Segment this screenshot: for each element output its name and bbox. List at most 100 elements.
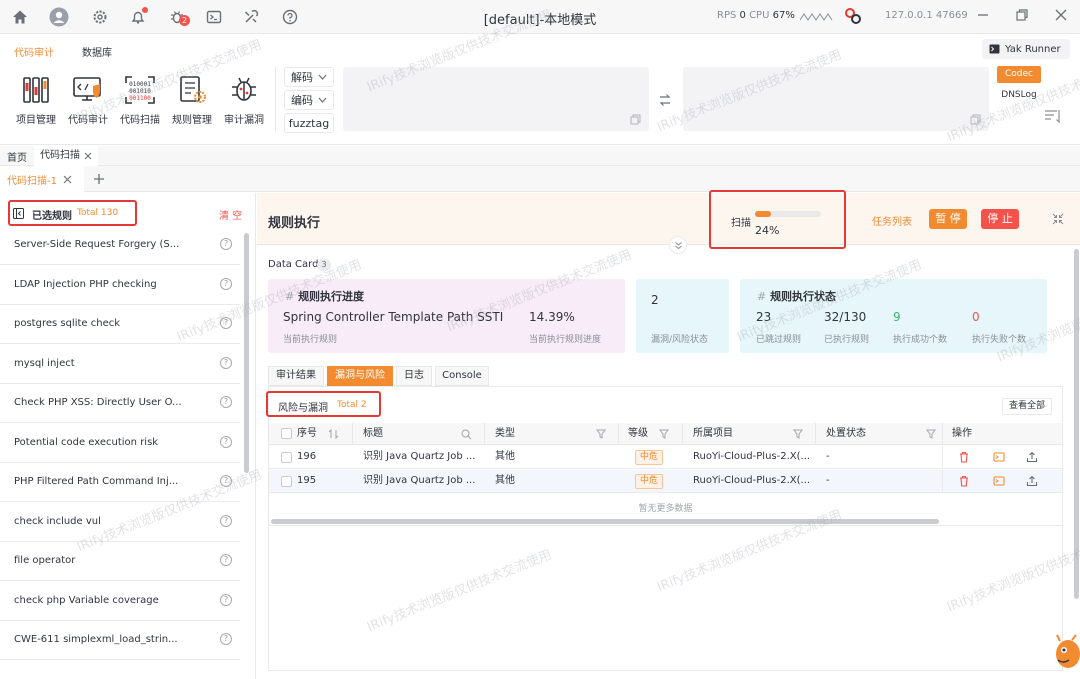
help-icon[interactable]: ? xyxy=(220,277,232,290)
current-rule-label: 当前执行规则 xyxy=(283,335,338,345)
rule-list-item[interactable]: CWE-611 simplexml_load_strin...? xyxy=(0,620,240,660)
row-title[interactable]: 识别 Java Quartz Job ... xyxy=(363,446,475,468)
row-title[interactable]: 识别 Java Quartz Job ... xyxy=(363,470,475,492)
help-icon[interactable]: ? xyxy=(220,554,232,566)
help-icon[interactable]: ? xyxy=(220,435,232,448)
col-divider xyxy=(942,423,943,445)
add-tab-icon[interactable] xyxy=(93,173,105,185)
engine-logo-icon[interactable] xyxy=(844,7,862,28)
rule-list-item[interactable]: Potential code execution risk? xyxy=(0,423,240,463)
home-icon[interactable] xyxy=(9,6,31,28)
table-row[interactable]: 195 识别 Java Quartz Job ... 其他 中危 RuoYi-Cloud… xyxy=(269,470,1062,493)
help-icon[interactable]: ? xyxy=(220,396,232,408)
rule-list-item[interactable]: check include vul? xyxy=(0,502,240,542)
tab-logs[interactable]: 日志 xyxy=(396,366,432,386)
tab-vulns-risks[interactable]: 漏洞与风险 xyxy=(327,366,393,386)
codec-tab[interactable]: Codec xyxy=(997,66,1041,83)
close-icon[interactable] xyxy=(84,152,92,160)
help-icon[interactable] xyxy=(279,6,301,28)
rule-list-scrollbar[interactable] xyxy=(244,233,249,473)
rule-list-item[interactable]: mysql inject? xyxy=(0,344,240,384)
menu-code-audit[interactable]: 代码审计 xyxy=(14,44,54,59)
rule-list-item[interactable]: check php Variable coverage? xyxy=(0,581,240,621)
col-divider xyxy=(682,423,683,445)
help-icon[interactable]: ? xyxy=(220,475,232,487)
delete-icon[interactable] xyxy=(958,475,970,487)
terminal-icon[interactable] xyxy=(203,6,225,28)
restore-icon[interactable] xyxy=(1015,8,1029,26)
swap-arrows-icon[interactable] xyxy=(658,93,672,107)
row-checkbox[interactable] xyxy=(281,476,292,487)
delete-icon[interactable] xyxy=(958,451,970,463)
tools-icon[interactable] xyxy=(240,6,262,28)
filter-icon[interactable] xyxy=(793,429,803,439)
filter-icon[interactable] xyxy=(659,429,669,439)
collapse-arrows-icon[interactable] xyxy=(1052,213,1064,225)
subtab-code-scan-1[interactable]: 代码扫描-1 xyxy=(0,166,84,192)
sort-icon[interactable] xyxy=(328,429,339,439)
tool-audit-vulns[interactable]: 审计漏洞 xyxy=(221,73,267,126)
mascot-icon[interactable] xyxy=(1052,632,1080,672)
tab-audit-results[interactable]: 审计结果 xyxy=(268,366,324,386)
tool-rule-management[interactable]: 规则管理 xyxy=(169,73,215,126)
view-all-button[interactable]: 查看全部 xyxy=(1002,398,1052,415)
export-icon[interactable] xyxy=(1026,475,1038,487)
codec-output-editor[interactable] xyxy=(683,67,989,131)
help-icon[interactable]: ? xyxy=(220,514,232,527)
execution-status-card: # 规则执行状态 23 已跳过规则 32/130 已执行规则 9 执行成功个数 … xyxy=(740,279,1047,353)
encode-dropdown[interactable]: 编码 xyxy=(284,90,334,110)
rule-list-item[interactable]: Server-Side Request Forgery (S...? xyxy=(0,225,240,265)
terminal-icon[interactable] xyxy=(993,475,1005,487)
rule-list-item[interactable]: PHP Filtered Path Command Inj...? xyxy=(0,462,240,502)
tab-home[interactable]: 首页 xyxy=(7,149,27,164)
help-icon[interactable]: ? xyxy=(220,633,232,645)
help-icon[interactable]: ? xyxy=(220,356,232,369)
pause-button[interactable]: 暂 停 xyxy=(929,209,967,229)
minimize-icon[interactable] xyxy=(976,8,990,26)
clear-rules-button[interactable]: 清 空 xyxy=(219,207,242,222)
tool-project-management[interactable]: 项目管理 xyxy=(13,73,59,126)
yak-runner-button[interactable]: Yak Runner xyxy=(982,39,1070,59)
row-project: RuoYi-Cloud-Plus-2.X(... xyxy=(693,451,811,462)
help-icon[interactable]: ? xyxy=(220,317,232,329)
tool-code-audit[interactable]: 代码审计 xyxy=(65,73,111,126)
table-row[interactable]: 196 识别 Java Quartz Job ... 其他 中危 RuoYi-Cloud… xyxy=(269,446,1062,469)
task-list-link[interactable]: 任务列表 xyxy=(872,213,912,228)
fuzztag-button[interactable]: fuzztag xyxy=(284,113,334,133)
main-vertical-scrollbar[interactable] xyxy=(1074,249,1079,599)
tab-code-scan[interactable]: 代码扫描 xyxy=(34,146,98,166)
copy-icon[interactable] xyxy=(630,114,641,125)
codec-input-editor[interactable] xyxy=(343,67,649,131)
row-checkbox[interactable] xyxy=(281,452,292,463)
tab-console[interactable]: Console xyxy=(435,366,489,386)
sort-list-icon[interactable] xyxy=(1044,109,1062,123)
stop-button[interactable]: 停 止 xyxy=(981,209,1019,229)
risk-status-card: 2 漏洞/风险状态 xyxy=(636,279,729,353)
filter-icon[interactable] xyxy=(926,429,936,439)
help-icon[interactable]: ? xyxy=(220,593,232,606)
rule-list-item[interactable]: Check PHP XSS: Directly User O...? xyxy=(0,383,240,423)
user-avatar-icon[interactable] xyxy=(48,6,70,28)
bug-icon[interactable]: 2 xyxy=(166,6,191,28)
search-icon[interactable] xyxy=(461,429,472,440)
settings-gear-icon[interactable] xyxy=(89,6,111,28)
decode-dropdown[interactable]: 解码 xyxy=(284,67,334,87)
close-window-icon[interactable] xyxy=(1054,8,1068,26)
close-icon[interactable] xyxy=(63,175,72,184)
rule-list-item[interactable]: LDAP Injection PHP checking? xyxy=(0,265,240,305)
collapse-panel-icon[interactable] xyxy=(13,208,24,219)
copy-icon[interactable] xyxy=(970,114,981,125)
menu-database[interactable]: 数据库 xyxy=(82,44,112,59)
export-icon[interactable] xyxy=(1026,451,1038,463)
terminal-icon[interactable] xyxy=(993,451,1005,463)
select-all-checkbox[interactable] xyxy=(281,428,292,439)
tool-code-scan[interactable]: 010001 001010 001100 代码扫描 xyxy=(117,73,163,126)
help-icon[interactable]: ? xyxy=(220,238,232,250)
filter-icon[interactable] xyxy=(596,429,606,439)
dnslog-tab[interactable]: DNSLog xyxy=(997,87,1041,104)
table-horizontal-scrollbar[interactable] xyxy=(271,519,939,524)
rule-list-item[interactable]: file operator? xyxy=(0,541,240,581)
notification-bell-icon[interactable] xyxy=(127,6,149,28)
rule-list-item[interactable]: postgres sqlite check? xyxy=(0,304,240,344)
expand-header-icon[interactable] xyxy=(669,236,687,254)
